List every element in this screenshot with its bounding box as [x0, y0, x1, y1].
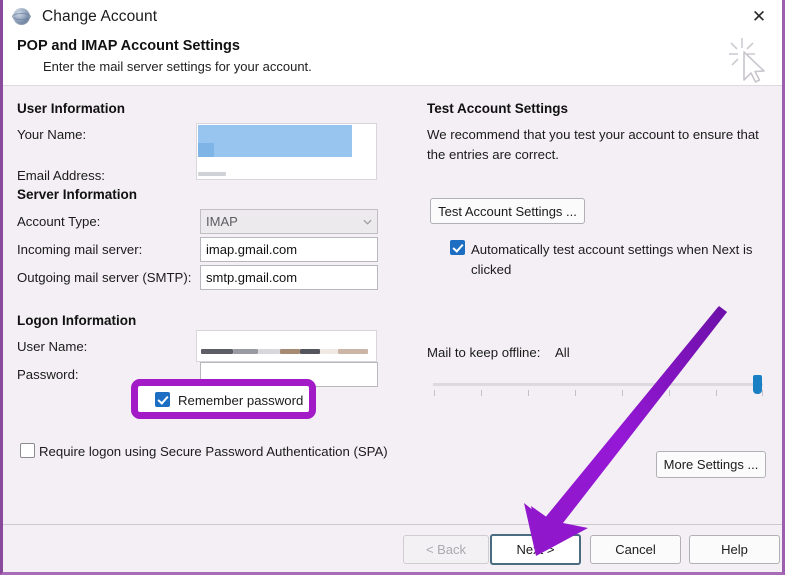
- dialog-body: User Information Your Name: Email Addres…: [3, 87, 782, 524]
- user-name-label: User Name:: [17, 339, 88, 354]
- page-title: POP and IMAP Account Settings: [17, 38, 240, 54]
- auto-test-checkbox[interactable]: [450, 240, 465, 255]
- account-type-label: Account Type:: [17, 214, 101, 229]
- next-button[interactable]: Next >: [490, 534, 581, 565]
- window-title: Change Account: [42, 7, 158, 25]
- help-button[interactable]: Help: [689, 535, 780, 564]
- slider-tick: [669, 390, 670, 396]
- remember-password-checkbox[interactable]: [155, 392, 170, 407]
- user-information-heading: User Information: [17, 101, 126, 116]
- redaction-overlay-name: [198, 125, 352, 157]
- outgoing-mail-server-input[interactable]: smtp.gmail.com: [200, 265, 378, 290]
- slider-tick: [762, 390, 763, 396]
- test-account-heading: Test Account Settings: [427, 101, 569, 116]
- password-label: Password:: [17, 367, 79, 382]
- globe-icon: [12, 7, 32, 27]
- redaction-strip-2: [233, 349, 258, 354]
- redaction-overlay-email: [198, 172, 226, 176]
- redaction-strip-4: [280, 349, 300, 354]
- dialog-header: POP and IMAP Account Settings Enter the …: [3, 33, 782, 86]
- user-name-input[interactable]: [196, 330, 377, 362]
- test-account-settings-button[interactable]: Test Account Settings ...: [430, 198, 585, 224]
- slider-tick: [528, 390, 529, 396]
- mail-offline-label: Mail to keep offline:: [427, 345, 541, 360]
- slider-tick: [622, 390, 623, 396]
- redaction-strip-3: [258, 349, 280, 354]
- redaction-overlay-name-accent: [198, 143, 214, 157]
- auto-test-label: Automatically test account settings when…: [471, 242, 753, 277]
- email-address-label: Email Address:: [17, 168, 105, 183]
- server-information-heading: Server Information: [17, 187, 138, 202]
- slider-tick: [575, 390, 576, 396]
- redaction-strip-1: [201, 349, 233, 354]
- mail-offline-value: All: [555, 345, 570, 360]
- redaction-strip-5: [300, 349, 320, 354]
- page-subtitle: Enter the mail server settings for your …: [43, 59, 312, 74]
- require-spa-label: Require logon using Secure Password Auth…: [39, 444, 388, 459]
- slider-tick: [434, 390, 435, 396]
- cursor-sparkle-icon: [729, 38, 765, 83]
- title-bar: Change Account ✕: [3, 0, 782, 33]
- back-button[interactable]: < Back: [403, 535, 489, 564]
- slider-tick: [481, 390, 482, 396]
- outgoing-mail-server-label: Outgoing mail server (SMTP):: [17, 270, 192, 285]
- redaction-strip-6: [320, 349, 338, 354]
- require-spa-checkbox[interactable]: [20, 443, 35, 458]
- logon-information-heading: Logon Information: [17, 313, 137, 328]
- chevron-down-icon: [363, 219, 372, 225]
- test-account-description: We recommend that you test your account …: [427, 127, 759, 162]
- mail-offline-slider-fill: [433, 383, 759, 386]
- mail-offline-slider-thumb[interactable]: [753, 375, 762, 394]
- change-account-dialog: Change Account ✕ POP and IMAP Account Se…: [0, 0, 785, 575]
- slider-tick: [716, 390, 717, 396]
- account-type-value: IMAP: [206, 214, 238, 229]
- more-settings-button[interactable]: More Settings ...: [656, 451, 766, 478]
- close-icon[interactable]: ✕: [736, 0, 782, 33]
- incoming-mail-server-input[interactable]: imap.gmail.com: [200, 237, 378, 262]
- incoming-mail-server-label: Incoming mail server:: [17, 242, 143, 257]
- account-type-select[interactable]: IMAP: [200, 209, 378, 234]
- your-name-label: Your Name:: [17, 127, 87, 142]
- remember-password-label: Remember password: [178, 393, 304, 408]
- cancel-button[interactable]: Cancel: [590, 535, 681, 564]
- dialog-footer: < Back Next > Cancel Help: [3, 524, 782, 572]
- redaction-strip-7: [338, 349, 368, 354]
